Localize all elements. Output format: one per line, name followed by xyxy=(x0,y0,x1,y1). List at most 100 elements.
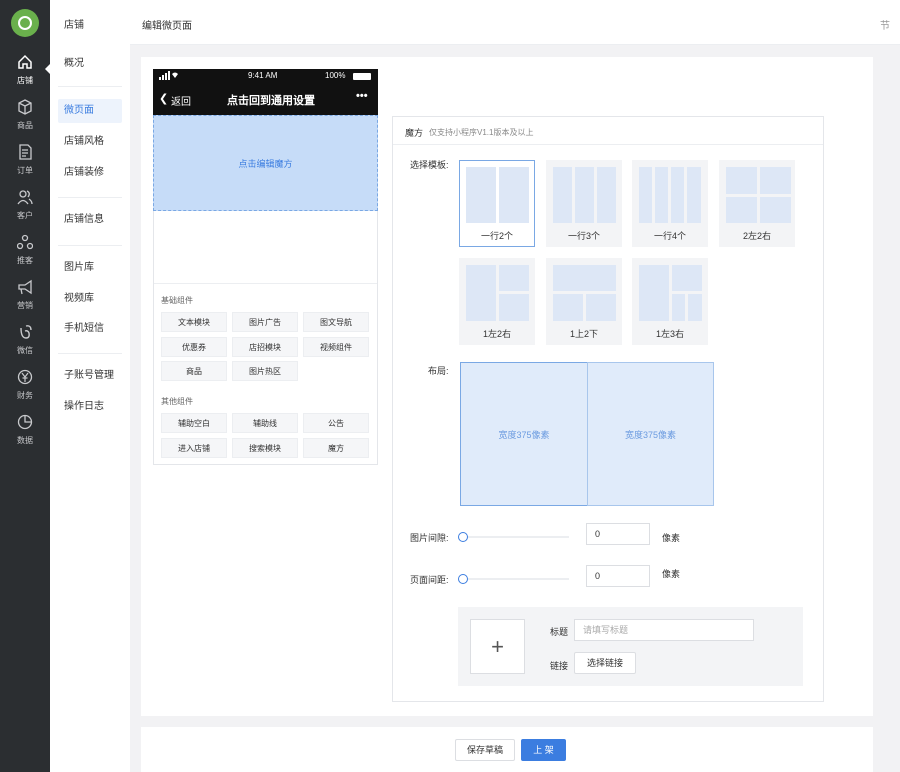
image-gap-track[interactable] xyxy=(462,536,569,538)
component-search[interactable]: 搜索模块 xyxy=(232,438,298,458)
component-image-ad[interactable]: 图片广告 xyxy=(232,312,298,332)
rail-item-cube[interactable]: 商品 xyxy=(0,97,50,139)
more-icon[interactable]: ••• xyxy=(356,90,368,102)
rail-item-label: 客户 xyxy=(17,211,33,220)
title-label: 标题 xyxy=(550,627,569,637)
main-nav-rail: 店铺商品订单客户推客营销微信财务数据 xyxy=(0,0,50,772)
sidebar-item-store-info[interactable]: 店铺信息 xyxy=(58,208,122,232)
plus-icon: + xyxy=(491,633,504,659)
image-gap-unit: 像素 xyxy=(662,533,681,543)
template-2l-2r[interactable]: 2左2右 xyxy=(719,160,795,247)
header-edge-text: 节 xyxy=(880,21,890,32)
template-label-text: 1上2下 xyxy=(569,329,598,339)
rail-item-megaphone[interactable]: 营销 xyxy=(0,277,50,319)
component-coupon[interactable]: 优惠券 xyxy=(161,337,227,357)
image-gap-input[interactable]: 0 xyxy=(586,523,650,545)
title-input[interactable]: 请填写标题 xyxy=(574,619,754,641)
add-image-button[interactable]: + xyxy=(470,619,525,674)
component-enter-store[interactable]: 进入店铺 xyxy=(161,438,227,458)
link-label: 链接 xyxy=(550,661,569,671)
phone-time: 9:41 AM xyxy=(248,71,278,80)
sidebar-divider xyxy=(58,86,122,87)
page-margin-track[interactable] xyxy=(462,578,569,580)
rail-item-label: 商品 xyxy=(17,121,33,130)
page-margin-input[interactable]: 0 xyxy=(586,565,650,587)
template-label: 选择模板: xyxy=(410,160,449,170)
rail-item-label: 营销 xyxy=(17,301,33,310)
sidebar-divider xyxy=(58,197,122,198)
layout-cell-right[interactable]: 宽度375像素 xyxy=(587,362,714,506)
save-draft-button[interactable]: 保存草稿 xyxy=(455,739,515,761)
sidebar-item-image-library[interactable]: 图片库 xyxy=(58,256,122,280)
layout-label: 布局: xyxy=(428,366,449,376)
template-row-2[interactable]: 一行2个 xyxy=(459,160,535,247)
component-blank[interactable]: 辅助空白 xyxy=(161,413,227,433)
breadcrumb: 编辑微页面 xyxy=(142,21,192,32)
rail-item-label: 店铺 xyxy=(17,76,33,85)
wechat-icon xyxy=(17,322,33,343)
sidebar-item-video-library[interactable]: 视频库 xyxy=(58,287,122,311)
sidebar-item-sub-accounts[interactable]: 子账号管理 xyxy=(58,364,122,388)
rail-item-label: 订单 xyxy=(17,166,33,175)
component-text[interactable]: 文本模块 xyxy=(161,312,227,332)
share-icon xyxy=(16,232,34,253)
rail-item-pie-chart[interactable]: 数据 xyxy=(0,412,50,454)
component-cube[interactable]: 魔方 xyxy=(303,438,369,458)
yen-icon xyxy=(17,367,33,388)
rail-item-share[interactable]: 推客 xyxy=(0,232,50,274)
publish-button[interactable]: 上 架 xyxy=(521,739,566,761)
sidebar-item-op-log[interactable]: 操作日志 xyxy=(58,395,122,419)
component-notice[interactable]: 公告 xyxy=(303,413,369,433)
rail-item-wechat[interactable]: 微信 xyxy=(0,322,50,364)
component-video[interactable]: 视频组件 xyxy=(303,337,369,357)
template-1t-2b[interactable]: 1上2下 xyxy=(546,258,622,345)
secondary-sidebar: 店铺 概况 微页面 店铺风格 店铺装修 店铺信息 图片库 视频库 手机短信 子账… xyxy=(50,0,130,772)
sidebar-divider xyxy=(58,245,122,246)
component-line[interactable]: 辅助线 xyxy=(232,413,298,433)
component-goods[interactable]: 商品 xyxy=(161,361,227,381)
signal-icon xyxy=(159,71,179,82)
sidebar-item-store-decor[interactable]: 店铺装修 xyxy=(58,161,122,185)
rail-item-home[interactable]: 店铺 xyxy=(0,52,50,94)
phone-divider xyxy=(154,283,377,284)
rail-item-yen[interactable]: 财务 xyxy=(0,367,50,409)
template-label-text: 1左2右 xyxy=(482,329,511,339)
component-hotspot[interactable]: 图片热区 xyxy=(232,361,298,381)
layout-cell-text: 宽度375像素 xyxy=(624,429,677,440)
back-chevron-icon[interactable]: ❮ xyxy=(159,92,168,105)
select-link-button[interactable]: 选择链接 xyxy=(574,652,636,674)
rail-item-users[interactable]: 客户 xyxy=(0,187,50,229)
layout-cell-left[interactable]: 宽度375像素 xyxy=(460,362,588,506)
battery-icon xyxy=(353,73,371,80)
cube-preview-block[interactable]: 点击编辑魔方 xyxy=(153,115,378,211)
template-1l-2r[interactable]: 1左2右 xyxy=(459,258,535,345)
sidebar-item-store-style[interactable]: 店铺风格 xyxy=(58,130,122,154)
megaphone-icon xyxy=(17,277,33,298)
component-image-nav[interactable]: 图文导航 xyxy=(303,312,369,332)
template-label-text: 一行3个 xyxy=(567,231,600,241)
document-icon xyxy=(17,142,33,163)
store-logo-icon[interactable] xyxy=(11,9,39,37)
users-icon xyxy=(17,187,33,208)
template-row-3[interactable]: 一行3个 xyxy=(546,160,622,247)
rail-item-label: 数据 xyxy=(17,436,33,445)
rail-item-label: 微信 xyxy=(17,346,33,355)
rail-item-document[interactable]: 订单 xyxy=(0,142,50,184)
template-row-4[interactable]: 一行4个 xyxy=(632,160,708,247)
template-1l-3r[interactable]: 1左3右 xyxy=(632,258,708,345)
sidebar-item-micro-page[interactable]: 微页面 xyxy=(58,99,122,123)
pie-chart-icon xyxy=(17,412,33,433)
image-gap-slider[interactable] xyxy=(458,532,468,542)
template-label-text: 1左3右 xyxy=(655,329,684,339)
image-gap-label: 图片间隙: xyxy=(410,533,449,543)
page-margin-unit: 像素 xyxy=(662,569,681,579)
component-store-sign[interactable]: 店招模块 xyxy=(232,337,298,357)
page-margin-slider[interactable] xyxy=(458,574,468,584)
sidebar-item-sms[interactable]: 手机短信 xyxy=(58,317,122,341)
back-label[interactable]: 返回 xyxy=(171,93,191,108)
phone-page-title[interactable]: 点击回到通用设置 xyxy=(227,92,315,108)
template-label-text: 一行2个 xyxy=(480,231,513,241)
sidebar-item-overview[interactable]: 概况 xyxy=(58,52,122,76)
phone-nav-bar[interactable]: ❮ 返回 点击回到通用设置 ••• xyxy=(153,84,378,115)
layout-cell-text: 宽度375像素 xyxy=(498,429,550,440)
